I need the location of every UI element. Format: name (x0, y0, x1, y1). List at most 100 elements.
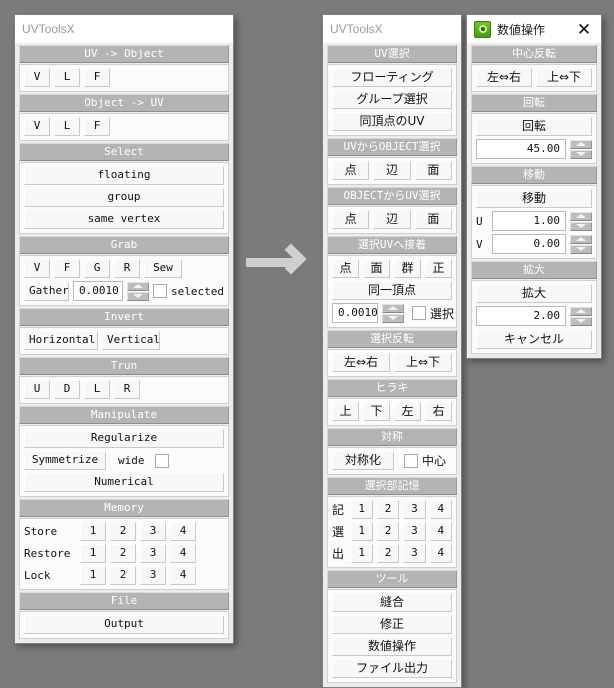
jp-symmetrize-button[interactable]: 対称化 (332, 451, 394, 470)
jp-symmetry-center-checkbox[interactable] (404, 453, 418, 468)
jp-weld-select-checkbox[interactable] (412, 306, 426, 320)
spinner-up-icon[interactable] (570, 234, 592, 244)
object-to-uv-v-button[interactable]: V (24, 117, 50, 136)
jp-memory-output-slot-4[interactable]: 4 (429, 544, 452, 563)
trun-r-button[interactable]: R (114, 380, 140, 399)
manipulate-numerical-button[interactable]: Numerical (24, 473, 224, 492)
file-output-button[interactable]: Output (24, 615, 224, 634)
jp-uv-to-object-edge-button[interactable]: 辺 (373, 161, 411, 180)
jp-unfold-left-button[interactable]: 左 (394, 402, 421, 421)
uvtoolsx-japanese-window[interactable]: UVToolsX UV選択 フローティング グループ選択 同頂点のUV UVから… (322, 14, 462, 688)
uv-to-object-l-button[interactable]: L (54, 68, 80, 87)
jp-unfold-up-button[interactable]: 上 (332, 402, 359, 421)
spinner-up-icon[interactable] (570, 306, 592, 316)
jp-unfold-right-button[interactable]: 右 (425, 402, 452, 421)
jp-tool-sew-button[interactable]: 縫合 (332, 593, 452, 612)
jp-weld-normal-button[interactable]: 正 (425, 259, 452, 278)
trun-u-button[interactable]: U (24, 380, 50, 399)
dlg-move-u-input[interactable]: 1.00 (492, 211, 566, 231)
uv-to-object-f-button[interactable]: F (84, 68, 110, 87)
memory-lock-slot-4[interactable]: 4 (170, 566, 196, 585)
jp-same-vertex-button[interactable]: 同一頂点 (332, 281, 452, 300)
jp-tool-file-output-button[interactable]: ファイル出力 (332, 659, 452, 678)
uv-to-object-v-button[interactable]: V (24, 68, 50, 87)
trun-l-button[interactable]: L (84, 380, 110, 399)
jp-floating-button[interactable]: フローティング (332, 68, 452, 87)
memory-store-slot-3[interactable]: 3 (140, 522, 166, 541)
memory-restore-slot-2[interactable]: 2 (110, 544, 136, 563)
numeric-operation-dialog[interactable]: 数値操作 ✕ 中心反転 左⇔右 上⇔下 回転 回転 45.00 移動 移動 U … (466, 14, 602, 359)
jp-memory-select-slot-3[interactable]: 3 (403, 522, 426, 541)
dlg-move-button[interactable]: 移動 (476, 189, 592, 208)
memory-store-slot-2[interactable]: 2 (110, 522, 136, 541)
jp-weld-face-button[interactable]: 面 (363, 259, 390, 278)
memory-restore-slot-1[interactable]: 1 (80, 544, 106, 563)
grab-threshold-spinner[interactable] (127, 281, 150, 301)
memory-restore-slot-4[interactable]: 4 (170, 544, 196, 563)
grab-r-button[interactable]: R (114, 259, 140, 278)
dlg-flip-horizontal-button[interactable]: 左⇔右 (476, 68, 532, 87)
dlg-cancel-button[interactable]: キャンセル (476, 330, 592, 349)
jp-memory-store-slot-2[interactable]: 2 (376, 500, 400, 519)
jp-uv-to-object-face-button[interactable]: 面 (414, 161, 452, 180)
dlg-rotate-spinner[interactable] (570, 139, 592, 159)
select-group-button[interactable]: group (24, 188, 224, 207)
grab-g-button[interactable]: G (84, 259, 110, 278)
jp-memory-store-slot-1[interactable]: 1 (350, 500, 373, 519)
jp-weld-threshold-spinner[interactable] (382, 303, 404, 323)
grab-threshold-input[interactable]: 0.0010 (73, 281, 124, 301)
manipulate-wide-checkbox[interactable] (154, 453, 169, 468)
jp-invert-vertical-button[interactable]: 上⇔下 (394, 353, 452, 372)
close-icon[interactable]: ✕ (574, 19, 594, 39)
jp-unfold-down-button[interactable]: 下 (363, 402, 390, 421)
spinner-down-icon[interactable] (127, 291, 150, 301)
select-floating-button[interactable]: floating (24, 166, 224, 185)
spinner-down-icon[interactable] (570, 149, 592, 159)
spinner-up-icon[interactable] (570, 139, 592, 149)
memory-lock-slot-2[interactable]: 2 (110, 566, 136, 585)
dlg-flip-vertical-button[interactable]: 上⇔下 (536, 68, 592, 87)
jp-memory-output-slot-3[interactable]: 3 (403, 544, 426, 563)
dlg-scale-input[interactable]: 2.00 (476, 306, 566, 326)
dlg-move-v-spinner[interactable] (570, 234, 592, 254)
jp-invert-horizontal-button[interactable]: 左⇔右 (332, 353, 390, 372)
memory-store-slot-1[interactable]: 1 (80, 522, 106, 541)
manipulate-regularize-button[interactable]: Regularize (24, 429, 224, 448)
dlg-rotate-input[interactable]: 45.00 (476, 139, 566, 159)
memory-lock-slot-3[interactable]: 3 (140, 566, 166, 585)
object-to-uv-l-button[interactable]: L (54, 117, 80, 136)
jp-object-to-uv-point-button[interactable]: 点 (332, 210, 370, 229)
trun-d-button[interactable]: D (54, 380, 80, 399)
jp-memory-output-slot-2[interactable]: 2 (376, 544, 400, 563)
jp-weld-threshold-input[interactable]: 0.0010 (332, 303, 378, 323)
jp-group-select-button[interactable]: グループ選択 (332, 90, 452, 109)
grab-gather-button[interactable]: Gather (24, 281, 70, 301)
dlg-rotate-button[interactable]: 回転 (476, 117, 592, 136)
manipulate-symmetrize-button[interactable]: Symmetrize (24, 451, 106, 470)
jp-object-to-uv-edge-button[interactable]: 辺 (373, 210, 411, 229)
jp-weld-group-button[interactable]: 群 (394, 259, 421, 278)
jp-same-vertex-uv-button[interactable]: 同頂点のUV (332, 112, 452, 131)
jp-memory-store-slot-4[interactable]: 4 (429, 500, 452, 519)
dlg-move-v-input[interactable]: 0.00 (492, 234, 566, 254)
memory-store-slot-4[interactable]: 4 (170, 522, 196, 541)
jp-object-to-uv-face-button[interactable]: 面 (414, 210, 452, 229)
jp-tool-fix-button[interactable]: 修正 (332, 615, 452, 634)
spinner-down-icon[interactable] (570, 244, 592, 254)
jp-weld-point-button[interactable]: 点 (332, 259, 359, 278)
grab-selected-checkbox[interactable] (153, 284, 168, 298)
jp-memory-select-slot-2[interactable]: 2 (376, 522, 400, 541)
dlg-scale-button[interactable]: 拡大 (476, 284, 592, 303)
dlg-move-u-spinner[interactable] (570, 211, 592, 231)
jp-memory-select-slot-1[interactable]: 1 (350, 522, 373, 541)
dlg-scale-spinner[interactable] (570, 306, 592, 326)
invert-vertical-button[interactable]: Vertical (102, 331, 160, 350)
uvtoolsx-english-window[interactable]: UVToolsX UV -> Object V L F Object -> UV… (14, 14, 234, 644)
grab-v-button[interactable]: V (24, 259, 50, 278)
jp-tool-numeric-button[interactable]: 数値操作 (332, 637, 452, 656)
invert-horizontal-button[interactable]: Horizontal (24, 331, 98, 350)
grab-sew-button[interactable]: Sew (144, 259, 182, 278)
select-same-vertex-button[interactable]: same vertex (24, 210, 224, 229)
memory-lock-slot-1[interactable]: 1 (80, 566, 106, 585)
spinner-down-icon[interactable] (570, 221, 592, 231)
